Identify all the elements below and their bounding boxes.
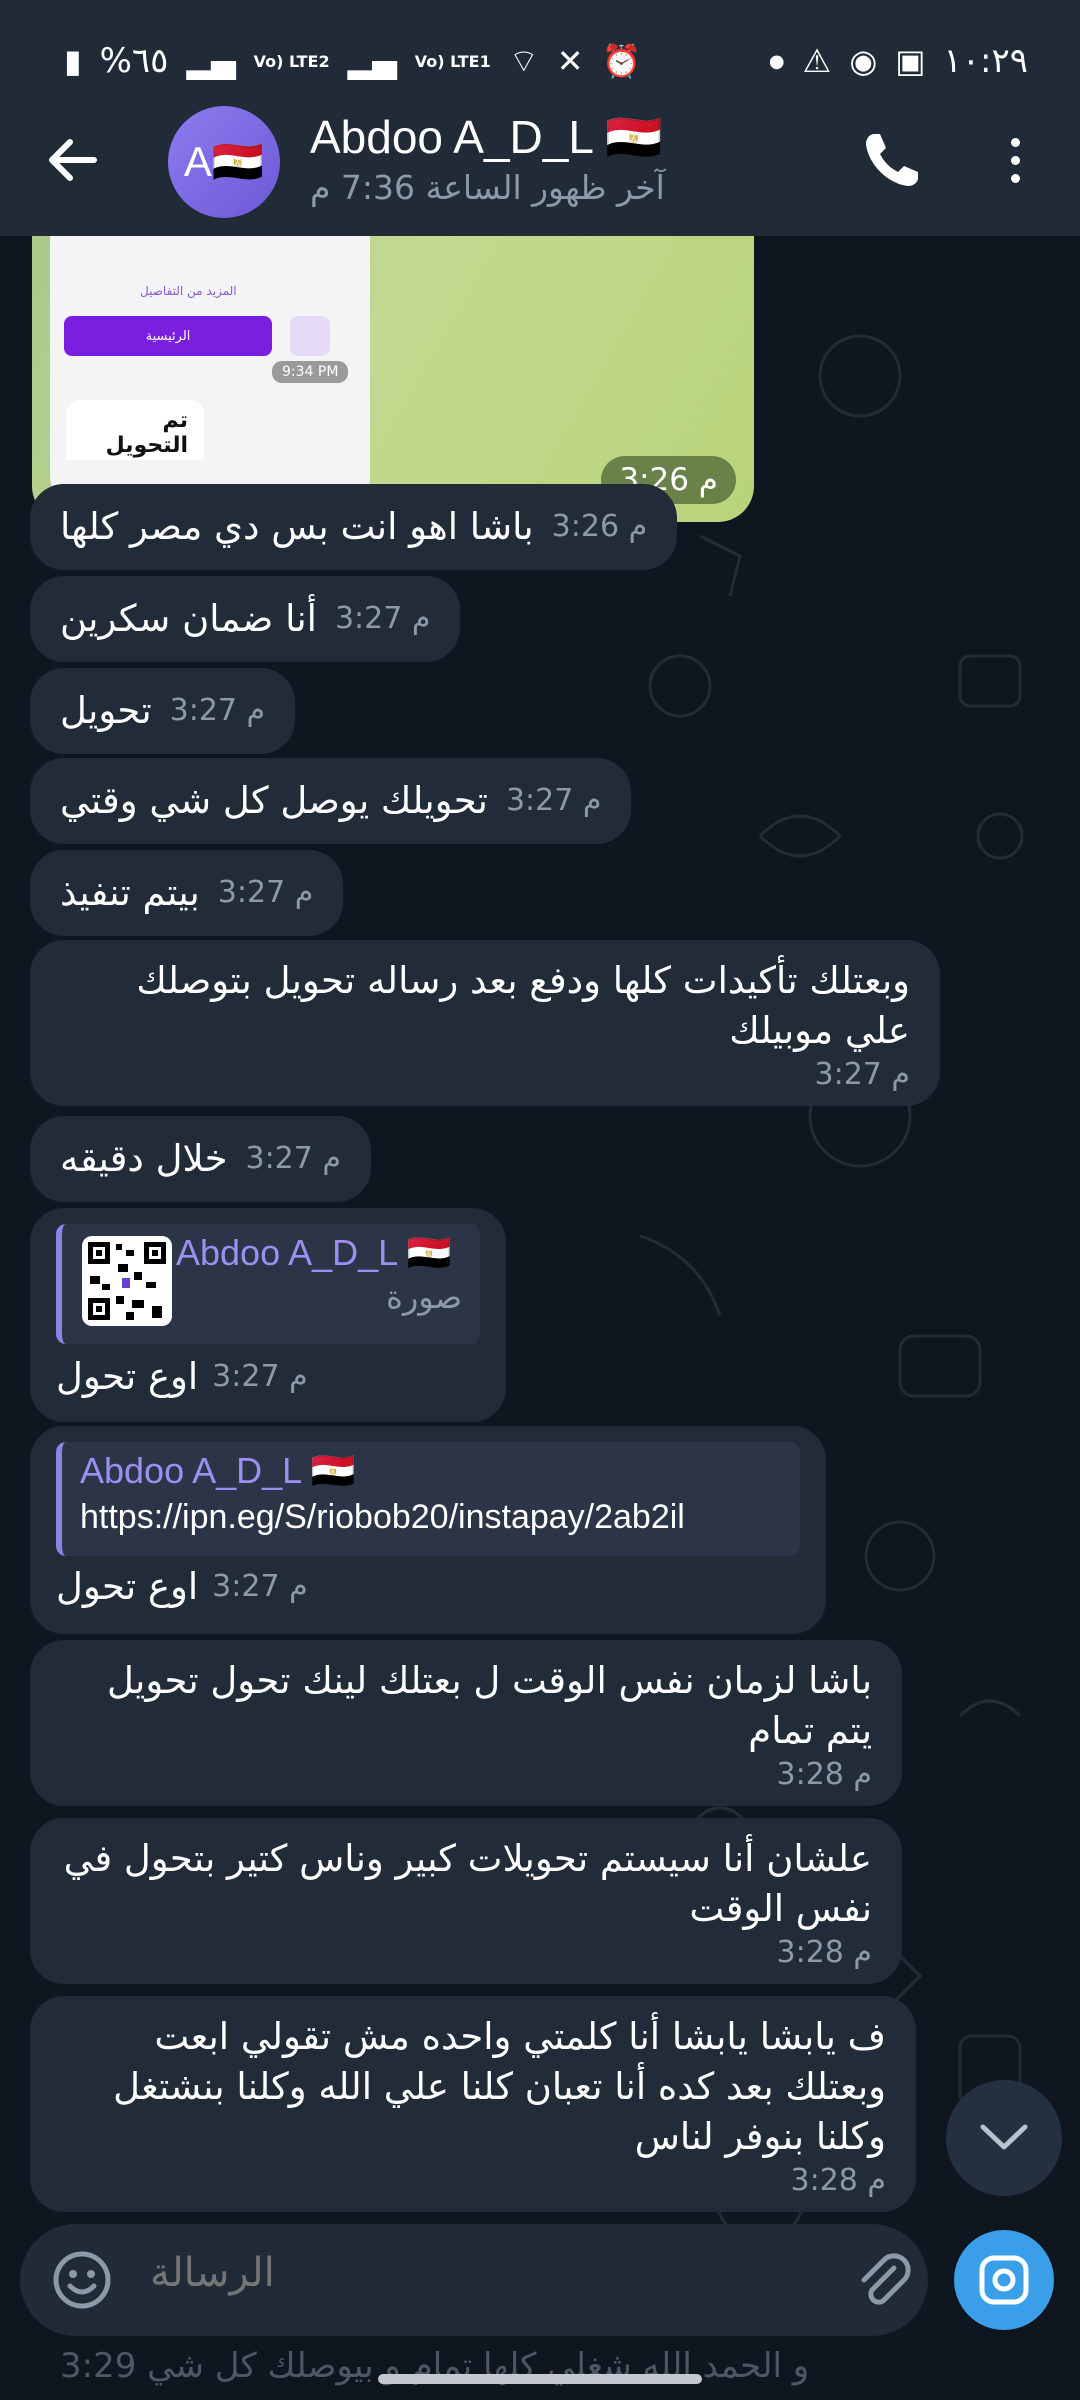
message-time: 3:27 م [169,693,266,728]
message-time: 3:27 م [212,1359,308,1394]
message-text: خلال دقيقه [60,1137,228,1180]
dot-icon [1010,137,1020,147]
reply-message-bubble[interactable]: Abdoo A_D_L 🇪🇬 https://ipn.eg/S/riobob20… [30,1426,826,1634]
message-time: 3:26 م [551,509,648,544]
alarm-icon: ⏰ [601,42,642,80]
qr-code-icon [88,1242,166,1320]
message-time: 3:27 م [334,601,431,636]
message-bubble[interactable]: علشان أنا سيستم تحويلات كبير وناس كتير ب… [30,1818,902,1984]
message-row: 3:27 م اوع تحول [56,1562,800,1612]
reply-quote[interactable]: Abdoo A_D_L 🇪🇬 https://ipn.eg/S/riobob20… [56,1442,800,1556]
emoji-button[interactable] [50,2248,114,2312]
message-bubble[interactable]: تحويل 3:27 م [30,668,296,754]
paperclip-icon [861,2253,911,2305]
dot-icon: ● [768,50,785,72]
message-input[interactable] [150,2250,790,2296]
reply-quote[interactable]: Abdoo A_D_L 🇪🇬 صورة [56,1224,480,1344]
message-text: بيتم تنفيذ [60,871,200,914]
message-text: باشا اهو انت بس دي مصر كلها [60,505,534,548]
dot-icon [1010,173,1020,183]
message-row: 3:27 م اوع تحول [56,1352,480,1402]
camera-icon [979,2255,1029,2305]
message-bubble[interactable]: باشا اهو انت بس دي مصر كلها 3:26 م [30,484,678,570]
battery-percent: %٦٥ [99,41,169,81]
message-time: 3:28 م [790,2163,886,2198]
message-text: ف يابشا يابشا أنا كلمتي واحده مش تقولي ا… [113,2015,886,2158]
network-label-1: Vo) LTE1 [414,51,491,71]
contact-name[interactable]: Abdoo A_D_L 🇪🇬 [310,110,662,165]
clock: ١٠:٢٩ [943,41,1028,81]
home-indicator[interactable] [378,2374,702,2384]
attach-button[interactable] [850,2248,914,2312]
message-time: 3:27 م [217,875,314,910]
message-time: 3:27 م [212,1569,308,1604]
smiley-icon [53,2251,111,2309]
message-text: اوع تحول [56,1355,199,1398]
scroll-to-bottom-button[interactable] [946,2080,1062,2196]
back-arrow-icon [49,139,97,181]
image-card-title: تم التحويل [66,400,204,460]
message-time: 3:27 م [814,1057,910,1092]
reply-sender-name: Abdoo A_D_L 🇪🇬 [80,1450,356,1491]
reply-link-text: https://ipn.eg/S/riobob20/instapay/2ab2i… [80,1498,685,1536]
image-detail-text: المزيد من التفاصيل [140,284,237,298]
message-bubble[interactable]: خلال دقيقه 3:27 م [30,1116,371,1202]
reply-message-bubble[interactable]: Abdoo A_D_L 🇪🇬 صورة 3:27 م اوع تحول [30,1208,506,1422]
network-label-2: Vo) LTE2 [253,51,330,71]
image-inner-time: 9:34 PM [272,361,349,383]
image-message[interactable]: المزيد من التفاصيل الرئيسية 9:34 PM تم ا… [32,236,754,522]
message-bubble[interactable]: باشا لزمان نفس الوقت ل بعتلك لينك تحول ت… [30,1640,902,1806]
wifi-icon: ⌔ [508,42,539,80]
chat-area[interactable]: المزيد من التفاصيل الرئيسية 9:34 PM تم ا… [0,236,1080,2400]
message-input-bar [20,2224,928,2336]
notification-icon: ⚠ [802,42,832,80]
share-icon [290,316,330,356]
mute-icon: ✕ [556,42,584,80]
message-text: تحويلك يوصل كل شي وقتي [60,779,488,822]
message-time: 3:28 م [776,1935,872,1970]
battery-icon: ▮ [64,42,82,80]
message-text: اوع تحول [56,1565,199,1608]
gallery-icon: ▣ [895,42,926,80]
message-text: أنا ضمان سكرين [60,597,317,640]
back-button[interactable] [40,128,104,192]
signal-icon: ▂▄ [186,42,236,80]
message-bubble[interactable]: ف يابشا يابشا أنا كلمتي واحده مش تقولي ا… [30,1996,916,2212]
message-time: 3:27 م [245,1141,341,1176]
status-left: ▮ %٦٥ ▂▄ Vo) LTE2 ▂▄ Vo) LTE1 ⌔ ✕ ⏰ [64,41,641,81]
chevron-down-icon [980,2124,1028,2150]
call-button[interactable] [860,128,924,192]
message-bubble[interactable]: تحويلك يوصل كل شي وقتي 3:27 م [30,758,632,844]
camera-button[interactable] [954,2230,1054,2330]
status-right: ● ⚠ ◉ ▣ ١٠:٢٩ [769,41,1028,81]
message-time: 3:28 م [776,1757,872,1792]
message-bubble[interactable]: بيتم تنفيذ 3:27 م [30,850,344,936]
qr-code-thumbnail [82,1236,172,1326]
message-bubble[interactable]: وبعتلك تأكيدات كلها ودفع بعد رساله تحويل… [30,940,940,1106]
phone-icon [866,134,918,186]
message-text: علشان أنا سيستم تحويلات كبير وناس كتير ب… [63,1837,872,1930]
more-options-button[interactable] [990,128,1040,192]
message-text: تحويل [60,689,152,732]
image-screenshot-thumbnail: المزيد من التفاصيل الرئيسية 9:34 PM تم ا… [50,236,370,496]
dot-icon [1010,155,1020,165]
message-bubble[interactable]: أنا ضمان سكرين 3:27 م [30,576,461,662]
image-home-button: الرئيسية [64,316,272,356]
last-seen-status: آخر ظهور الساعة 7:36 م [310,168,665,207]
signal-icon: ▂▄ [347,42,397,80]
app-icon: ◉ [849,42,878,80]
reply-sender-name: Abdoo A_D_L 🇪🇬 [176,1232,452,1273]
avatar[interactable]: A🇪🇬 [168,106,280,218]
message-text: باشا لزمان نفس الوقت ل بعتلك لينك تحول ت… [107,1659,872,1752]
message-text: وبعتلك تأكيدات كلها ودفع بعد رساله تحويل… [136,959,910,1052]
chat-header: A🇪🇬 Abdoo A_D_L 🇪🇬 آخر ظهور الساعة 7:36 … [0,100,1080,236]
message-time: 3:27 م [505,783,602,818]
